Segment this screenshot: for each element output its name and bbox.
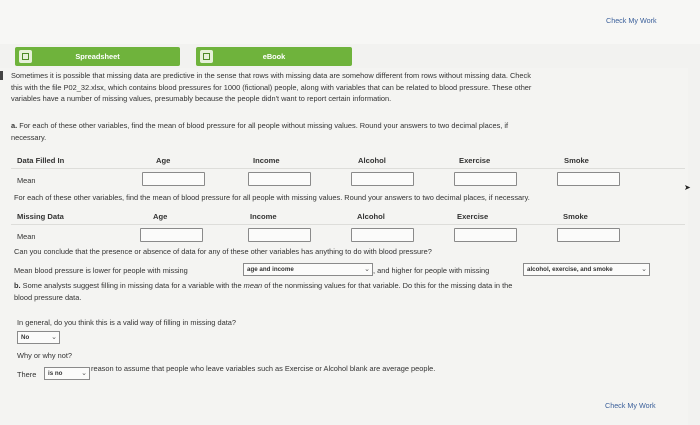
chevron-down-icon: ⌄ xyxy=(364,266,370,273)
missing-mean-alcohol-input[interactable] xyxy=(351,228,414,242)
table1-row-label: Mean xyxy=(17,176,36,185)
filled-mean-smoke-input[interactable] xyxy=(557,172,620,186)
missing-higher-select-value: alcohol, exercise, and smoke xyxy=(527,266,613,273)
intro-line-3: variables have a number of missing value… xyxy=(11,94,392,104)
tab-spreadsheet-label: Spreadsheet xyxy=(75,52,120,61)
part-b-line-2: blood pressure data. xyxy=(14,292,82,302)
missing-mean-income-input[interactable] xyxy=(248,228,311,242)
tab-spreadsheet[interactable]: Spreadsheet xyxy=(15,47,180,66)
why-prefix: There xyxy=(17,370,37,379)
table1-col-alcohol: Alcohol xyxy=(358,156,386,165)
intro-line-1: Sometimes it is possible that missing da… xyxy=(11,71,531,80)
filled-mean-exercise-input[interactable] xyxy=(454,172,517,186)
check-my-work-bottom-button[interactable]: Check My Work xyxy=(605,401,656,410)
reason-select[interactable]: is no ⌄ xyxy=(44,367,90,380)
top-bar xyxy=(0,0,700,44)
table2-col-alcohol: Alcohol xyxy=(357,212,385,221)
table2-row-label: Mean xyxy=(17,232,36,241)
conclude-question: Can you conclude that the presence or ab… xyxy=(14,247,432,256)
valid-answer-value: No xyxy=(21,334,30,341)
missing-lower-select[interactable]: age and income ⌄ xyxy=(243,263,373,276)
tab-ebook[interactable]: eBook xyxy=(196,47,352,66)
question-marker xyxy=(0,71,3,80)
missing-mean-smoke-input[interactable] xyxy=(557,228,620,242)
part-a-line-1: For each of these other variables, find … xyxy=(19,121,509,130)
table1-col-smoke: Smoke xyxy=(564,156,589,165)
intro-text: Sometimes it is possible that missing da… xyxy=(11,70,683,105)
mouse-cursor-icon: ➤ xyxy=(684,183,691,192)
part-b-text: b. Some analysts suggest filling in miss… xyxy=(14,280,674,303)
check-my-work-button[interactable]: Check My Work xyxy=(606,16,657,25)
table1-col-age: Age xyxy=(156,156,171,165)
chevron-down-icon: ⌄ xyxy=(81,370,87,377)
filled-mean-age-input[interactable] xyxy=(142,172,205,186)
divider xyxy=(11,224,685,225)
part-a-text: a. For each of these other variables, fi… xyxy=(11,120,676,143)
tab-ebook-label: eBook xyxy=(262,52,286,61)
valid-answer-select[interactable]: No ⌄ xyxy=(17,331,60,344)
reason-select-value: is no xyxy=(48,370,63,377)
part-a-letter: a. xyxy=(11,121,18,130)
table1-row-header: Data Filled In xyxy=(17,156,65,165)
why-question: Why or why not? xyxy=(17,351,73,360)
table1-col-exercise: Exercise xyxy=(459,156,491,165)
filled-mean-income-input[interactable] xyxy=(248,172,311,186)
conclusion-prefix: Mean blood pressure is lower for people … xyxy=(14,266,188,275)
conclusion-middle: , and higher for people with missing xyxy=(373,266,490,275)
table2-col-age: Age xyxy=(153,212,168,221)
missing-mean-exercise-input[interactable] xyxy=(454,228,517,242)
table2-col-smoke: Smoke xyxy=(563,212,588,221)
missing-lower-select-value: age and income xyxy=(247,266,294,273)
missing-mean-age-input[interactable] xyxy=(140,228,203,242)
missing-higher-select[interactable]: alcohol, exercise, and smoke ⌄ xyxy=(523,263,650,276)
part-a-line-2: necessary. xyxy=(11,132,47,142)
table2-row-header: Missing Data xyxy=(17,212,64,221)
part-b-line-1a: Some analysts suggest filling in missing… xyxy=(22,281,242,290)
filled-mean-alcohol-input[interactable] xyxy=(351,172,414,186)
divider xyxy=(11,168,685,169)
table2-col-exercise: Exercise xyxy=(457,212,489,221)
chevron-down-icon: ⌄ xyxy=(641,266,647,273)
part-b-line-1b: of the nonmissing values for that variab… xyxy=(264,281,513,290)
chevron-down-icon: ⌄ xyxy=(51,334,57,341)
missing-prompt: For each of these other variables, find … xyxy=(14,193,530,202)
part-b-letter: b. xyxy=(14,281,21,290)
table1-col-income: Income xyxy=(253,156,280,165)
part-b-mean-emphasis: mean xyxy=(243,281,263,290)
intro-line-2: this with the file P02_32.xlsx, which co… xyxy=(11,82,532,92)
why-suffix: reason to assume that people who leave v… xyxy=(91,364,436,373)
table2-col-income: Income xyxy=(250,212,277,221)
valid-question: In general, do you think this is a valid… xyxy=(17,318,236,327)
